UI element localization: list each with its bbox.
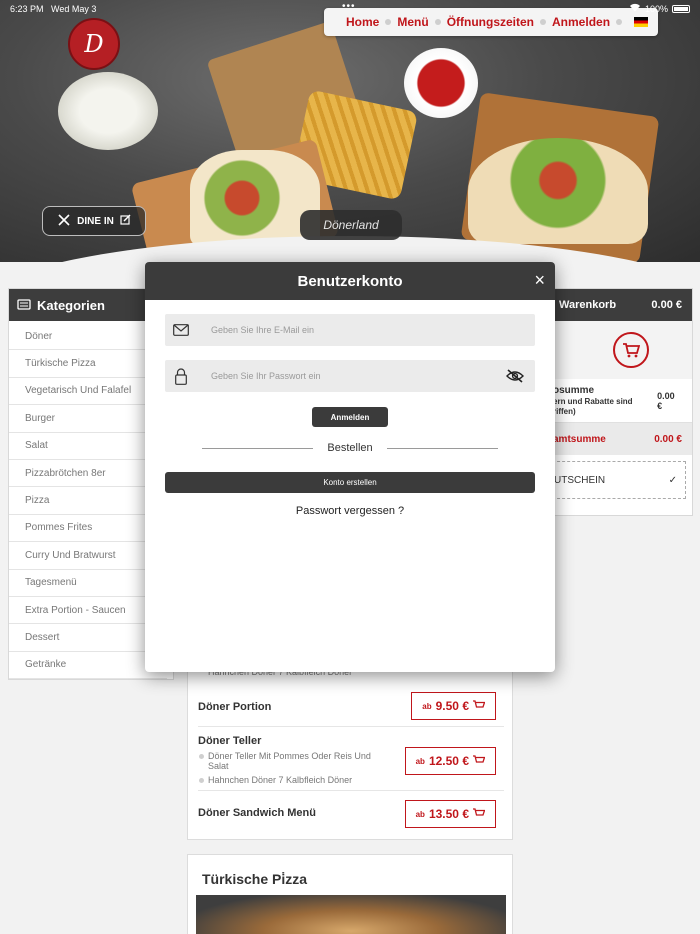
eye-slash-icon[interactable] <box>495 369 535 383</box>
order-divider: Bestellen <box>202 442 499 454</box>
multitask-dots[interactable]: ••• <box>342 1 356 12</box>
battery-icon <box>672 4 690 13</box>
modal-header: Benutzerkonto × <box>145 262 555 300</box>
wifi-icon <box>629 3 641 14</box>
password-field[interactable] <box>165 360 535 392</box>
password-input[interactable] <box>197 360 495 392</box>
status-right: 100% <box>629 3 690 14</box>
email-input[interactable] <box>197 314 535 346</box>
battery-percent: 100% <box>644 3 668 14</box>
login-button[interactable]: Anmelden <box>312 407 388 427</box>
account-modal: Benutzerkonto × Anmelden Bestellen Konto… <box>145 262 555 672</box>
status-bar: 6:23 PM Wed May 3 ••• 100% <box>0 0 700 18</box>
divider-label: Bestellen <box>327 442 373 454</box>
close-icon[interactable]: × <box>534 270 545 291</box>
forgot-password-link[interactable]: Passwort vergessen ? <box>145 505 555 517</box>
create-account-button[interactable]: Konto erstellen <box>165 472 535 493</box>
divider-line <box>202 447 314 449</box>
email-field[interactable] <box>165 314 535 346</box>
divider-line <box>386 447 499 449</box>
status-time: 6:23 PM Wed May 3 <box>10 4 97 14</box>
lock-icon <box>165 367 197 385</box>
envelope-icon <box>165 324 197 336</box>
modal-title: Benutzerkonto <box>297 272 403 290</box>
